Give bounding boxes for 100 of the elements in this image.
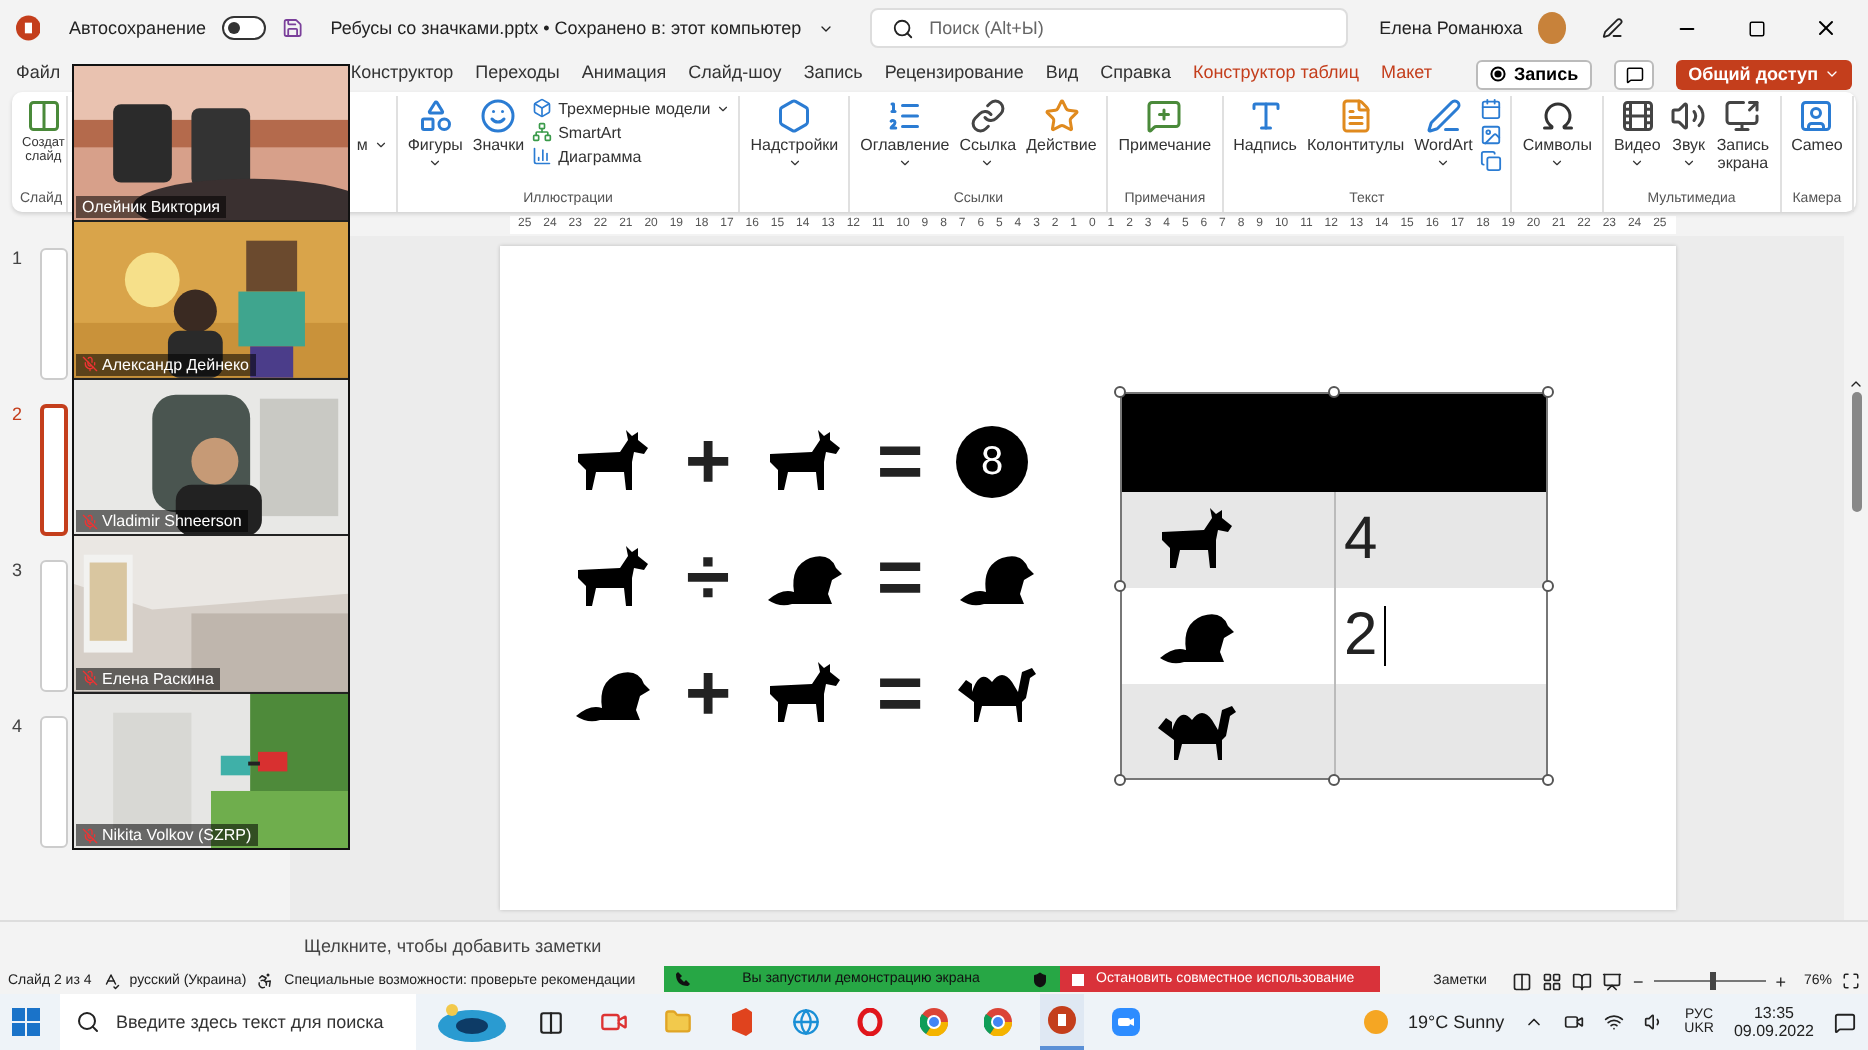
ribbon-button[interactable]: Колонтитулы [1304, 96, 1407, 192]
ribbon-tab[interactable]: Переходы [475, 61, 560, 87]
camera-tray-icon[interactable] [1564, 1012, 1585, 1032]
wifi-icon[interactable] [1604, 1012, 1625, 1032]
document-title: Ребусы со значками.pptx • Сохранено в: этот компьютер [330, 18, 802, 38]
accessibility-icon[interactable] [256, 972, 275, 990]
book-icon[interactable] [1572, 971, 1593, 991]
ribbon-button[interactable]: Cameo [1789, 96, 1845, 192]
ribbon-button[interactable]: WordArt [1412, 96, 1475, 192]
ribbon-button[interactable]: Ссылка [957, 96, 1019, 192]
comment-icon [1146, 98, 1183, 134]
notifications-icon[interactable] [1834, 1011, 1856, 1033]
ribbon-button[interactable]: Звук [1668, 96, 1709, 192]
operator-symbol: + [682, 658, 734, 730]
comment-icon [1625, 65, 1644, 83]
ribbon-button[interactable]: Фигуры [405, 96, 465, 192]
zoom-out-button[interactable]: − [1632, 971, 1644, 991]
object-icon[interactable] [1480, 150, 1503, 172]
operator-symbol: + [682, 426, 734, 498]
comments-button[interactable] [1614, 59, 1655, 89]
taskbar-search-input[interactable]: Введите здесь текст для поиска [112, 1010, 392, 1034]
chart-icon [532, 146, 553, 166]
ribbon-tab[interactable]: Конструктор [350, 61, 454, 87]
record-button[interactable]: Запись [1475, 59, 1593, 89]
list-icon [886, 98, 923, 134]
ribbon-button[interactable]: Трехмерные модели [532, 98, 731, 118]
slide-thumbnail[interactable] [40, 404, 68, 536]
resize-handle[interactable] [1114, 774, 1126, 786]
slide-number: 3 [12, 560, 25, 584]
clock-time[interactable]: 13:35 [1753, 1004, 1794, 1022]
presentation-app-icon[interactable] [1040, 994, 1084, 1050]
windows-logo-icon[interactable] [12, 1008, 40, 1036]
ribbon-button[interactable]: Значки [470, 96, 527, 192]
resize-handle[interactable] [1542, 386, 1554, 398]
chevron-down-icon [1681, 156, 1696, 171]
ribbon-tab[interactable]: Рецензирование [884, 61, 1024, 87]
ribbon-button[interactable]: м [356, 135, 388, 153]
search-input[interactable]: Поиск (Alt+Ы) [925, 16, 1326, 40]
ribbon-button[interactable]: Символы [1520, 96, 1594, 192]
taskbar-search-field[interactable]: Введите здесь текст для поиска [60, 994, 416, 1050]
save-icon[interactable] [281, 16, 303, 40]
clock-date[interactable]: 09.09.2022 [1733, 1022, 1814, 1040]
ribbon-button[interactable]: Запись экрана [1714, 96, 1772, 192]
ribbon-button[interactable]: Надпись [1231, 96, 1299, 192]
speaker-icon[interactable] [1644, 1012, 1665, 1032]
cube-icon [532, 98, 553, 118]
zoom-slider-thumb[interactable] [1709, 972, 1716, 990]
scroll-up-icon[interactable] [1848, 376, 1864, 392]
resize-handle[interactable] [1114, 386, 1126, 398]
landscape-icon[interactable] [436, 1000, 508, 1044]
ribbon-tab[interactable]: Анимация [581, 61, 667, 87]
ribbon-button[interactable]: Видео [1611, 96, 1663, 192]
zoom-in-button[interactable]: + [1775, 971, 1786, 991]
chevron-down-icon [716, 101, 731, 115]
participant-name: Олейник Виктория [76, 196, 226, 219]
film-icon [1619, 98, 1656, 134]
phone-icon [676, 972, 690, 986]
chevron-down-icon [373, 137, 388, 151]
chevron-down-icon [428, 156, 443, 171]
avatar[interactable] [1538, 12, 1567, 44]
hexagon-icon [776, 98, 813, 134]
ribbon-tab[interactable]: Конструктор таблиц [1192, 61, 1359, 87]
slideshow-icon[interactable] [1602, 971, 1623, 991]
participant-name: Александр Дейнеко [76, 353, 255, 376]
ribbon-tab[interactable]: Запись [803, 61, 863, 87]
grid-view-icon[interactable] [1542, 971, 1563, 991]
date-icon[interactable] [1480, 98, 1503, 120]
slide-number-icon[interactable] [1480, 124, 1503, 146]
scrollbar-thumb[interactable] [1851, 392, 1861, 512]
ribbon-tab[interactable]: Файл [16, 61, 61, 87]
pen-icon[interactable] [1602, 16, 1625, 40]
table-cell[interactable]: 2 [1344, 606, 1386, 666]
share-button[interactable]: Общий доступ [1676, 59, 1852, 89]
ribbon-button[interactable]: Надстройки [748, 96, 841, 192]
ribbon-button[interactable]: Диаграмма [532, 146, 731, 166]
normal-view-icon[interactable] [1512, 971, 1533, 991]
resize-handle[interactable] [1542, 774, 1554, 786]
table-cell[interactable]: 4 [1344, 510, 1386, 570]
notes-field[interactable]: Щелкните, чтобы добавить заметки [300, 933, 900, 957]
weather-text[interactable]: 19°C Sunny [1408, 1012, 1505, 1032]
resize-handle[interactable] [1114, 580, 1126, 592]
chevron-down-icon [787, 156, 802, 171]
ribbon-button[interactable]: Примечание [1116, 96, 1214, 192]
speaker-icon [1670, 98, 1707, 134]
ribbon-tab[interactable]: Справка [1100, 61, 1171, 87]
goat-icon [764, 430, 844, 494]
ribbon-button[interactable]: SmartArt [532, 122, 731, 142]
resize-handle[interactable] [1328, 386, 1340, 398]
spellcheck-icon[interactable] [101, 972, 120, 990]
chevron-down-icon [1630, 156, 1645, 171]
fit-icon[interactable] [1842, 972, 1860, 990]
goat-icon [1156, 508, 1236, 572]
ribbon-button[interactable]: Действие [1024, 96, 1099, 192]
search-field[interactable]: Поиск (Alt+Ы) [869, 8, 1348, 48]
ribbon-tab[interactable]: Слайд-шоу [688, 61, 782, 87]
shapes-icon [417, 98, 454, 134]
ribbon-tab[interactable]: Вид [1045, 61, 1079, 87]
ribbon-button[interactable]: Оглавление [858, 96, 952, 192]
ribbon-tab[interactable]: Макет [1380, 61, 1432, 87]
autosave-toggle[interactable] [222, 16, 266, 40]
